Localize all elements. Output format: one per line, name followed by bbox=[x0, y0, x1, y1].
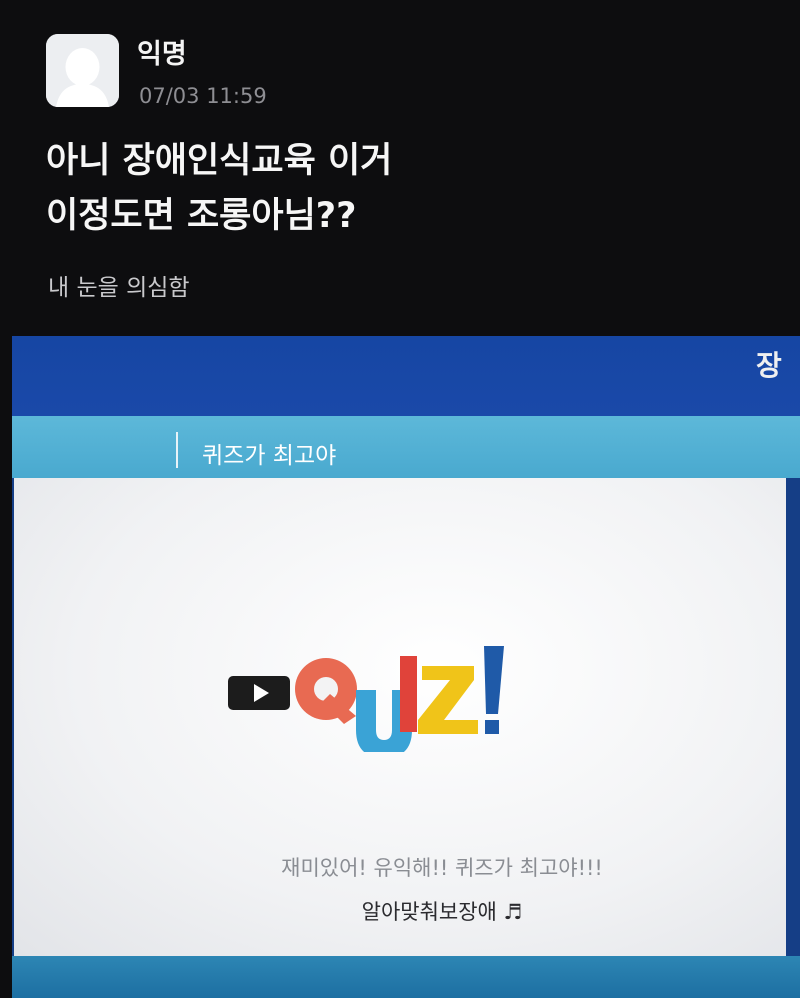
quiz-logo bbox=[228, 646, 504, 752]
photo-corner-text: 장 bbox=[756, 349, 782, 382]
slide-tagline: 재미있어! 유익해!! 퀴즈가 최고야!!! bbox=[281, 856, 603, 880]
photo-bottom-bar bbox=[12, 956, 800, 998]
default-avatar-icon bbox=[46, 34, 119, 107]
post-body: 내 눈을 의심함 bbox=[48, 275, 190, 301]
post-title-line: 이정도면 조롱아님?? bbox=[46, 196, 357, 236]
avatar[interactable] bbox=[46, 34, 119, 107]
logo-exclamation bbox=[484, 646, 504, 714]
photo-top-bar bbox=[12, 336, 800, 416]
post-timestamp: 07/03 11:59 bbox=[139, 84, 267, 108]
slide-sing-line: 알아맞춰보장애 ♬ bbox=[361, 900, 523, 924]
attached-photo[interactable]: 장 퀴즈가 최고야 재미있어! 유익해!! 퀴즈가 최고야!!! 알아맞춰보장애… bbox=[12, 336, 800, 998]
quiz-banner bbox=[12, 416, 800, 478]
post-title: 아니 장애인식교육 이거 이정도면 조롱아님?? bbox=[46, 134, 392, 244]
post-title-line: 아니 장애인식교육 이거 bbox=[46, 141, 393, 181]
banner-title: 퀴즈가 최고야 bbox=[202, 443, 337, 469]
logo-letter-i bbox=[400, 656, 417, 732]
author-name: 익명 bbox=[137, 39, 187, 70]
banner-divider bbox=[176, 432, 178, 468]
logo-letter-z bbox=[418, 666, 478, 734]
